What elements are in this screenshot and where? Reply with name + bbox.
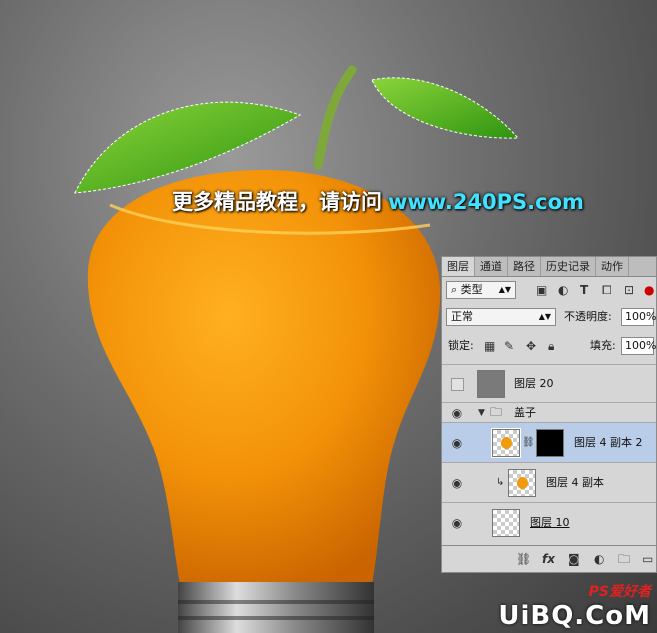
add-mask-icon[interactable]: ◙ xyxy=(568,552,580,566)
link-icon[interactable]: ⛓︎ xyxy=(522,436,535,450)
lock-position-icon[interactable]: ✥ xyxy=(526,339,536,353)
filter-value: 类型 xyxy=(460,283,483,296)
layer-row[interactable]: 图层 20 xyxy=(442,364,656,402)
eye-icon[interactable]: ◉ xyxy=(450,516,464,530)
layer-name: 图层 4 副本 xyxy=(546,476,604,489)
tab-actions[interactable]: 动作 xyxy=(596,257,629,276)
layer-group-row[interactable]: ◉ ▼ 🗀︎ 盖子 xyxy=(442,402,656,422)
filter-toggle-icon[interactable]: ● xyxy=(644,283,654,297)
layer-row[interactable]: ◉ ↳ 图层 4 副本 xyxy=(442,462,656,502)
layer-thumbnail xyxy=(492,509,520,537)
layer-row-selected[interactable]: ◉ ⛓︎ 图层 4 副本 2 xyxy=(442,422,656,462)
watermark-top: PS爱好者 xyxy=(588,584,651,600)
orange-thumb xyxy=(517,477,528,489)
watermark-main: UiBQ.CoM xyxy=(498,601,651,631)
fill-label: 填充: xyxy=(590,339,616,352)
layer-thumbnail xyxy=(508,469,536,497)
adjustment-layer-icon[interactable]: ◐ xyxy=(594,552,604,566)
banner-text: 更多精品教程，请访问 www.240PS.com xyxy=(172,186,584,216)
eye-icon[interactable]: ◉ xyxy=(450,476,464,490)
lock-label: 锁定: xyxy=(448,339,474,352)
layer-name: 图层 4 副本 2 xyxy=(574,436,643,449)
tab-layers[interactable]: 图层 xyxy=(442,257,475,276)
new-group-icon[interactable]: 🗀︎ xyxy=(618,552,630,566)
folder-icon: 🗀︎ xyxy=(490,405,503,419)
layer-name: 图层 20 xyxy=(514,377,554,390)
lock-transparent-icon[interactable]: ▦ xyxy=(484,339,495,353)
opacity-input[interactable]: 100% xyxy=(621,308,656,326)
bulb-base xyxy=(178,582,374,633)
opacity-label: 不透明度: xyxy=(564,310,612,323)
visibility-toggle[interactable] xyxy=(451,378,464,391)
layers-panel: 图层 通道 路径 历史记录 动作 ⌕ 类型 ▲▼ ▣ ◐ T ⧠ ⊡ ● 正常 … xyxy=(441,256,657,573)
adjustment-filter-icon[interactable]: ◐ xyxy=(558,283,568,297)
layer-thumbnail xyxy=(477,370,505,398)
layer-name: 图层 10 xyxy=(530,516,570,529)
tab-channels[interactable]: 通道 xyxy=(475,257,508,276)
type-filter-icon[interactable]: T xyxy=(580,283,588,297)
layer-thumbnail xyxy=(491,428,521,458)
blend-mode-value: 正常 xyxy=(451,310,473,323)
link-layers-icon[interactable]: ⛓︎ xyxy=(516,552,531,566)
watermark: PS爱好者 UiBQ.CoM xyxy=(498,581,651,631)
lock-pixels-icon[interactable]: ✎ xyxy=(504,339,514,353)
banner-url: www.240PS.com xyxy=(388,190,584,214)
lock-all-icon[interactable]: 🔒︎ xyxy=(548,339,554,353)
blend-mode-select[interactable]: 正常 ▲▼ xyxy=(446,308,556,326)
panel-bottom-toolbar: ⛓︎ fx ◙ ◐ 🗀︎ ▭ xyxy=(442,545,656,572)
chevron-updown-icon: ▲▼ xyxy=(538,312,551,321)
search-icon: ⌕ xyxy=(451,283,458,296)
layer-row[interactable]: ◉ 图层 10 xyxy=(442,502,656,542)
stem xyxy=(313,65,357,170)
pixel-filter-icon[interactable]: ▣ xyxy=(536,283,547,297)
layer-filter-select[interactable]: ⌕ 类型 ▲▼ xyxy=(446,281,516,299)
clipping-arrow-icon: ↳ xyxy=(496,477,505,488)
chevron-updown-icon: ▲▼ xyxy=(498,285,511,294)
new-layer-icon[interactable]: ▭ xyxy=(642,552,653,566)
smart-object-filter-icon[interactable]: ⊡ xyxy=(624,283,634,297)
right-leaf xyxy=(371,77,520,139)
shape-filter-icon[interactable]: ⧠ xyxy=(602,283,612,297)
fill-input[interactable]: 100% xyxy=(621,337,656,355)
fx-icon[interactable]: fx xyxy=(542,552,555,566)
mask-thumbnail[interactable] xyxy=(536,429,564,457)
eye-icon[interactable]: ◉ xyxy=(450,436,464,450)
eye-icon[interactable]: ◉ xyxy=(450,406,464,420)
panel-tabs: 图层 通道 路径 历史记录 动作 xyxy=(442,257,656,277)
banner-label: 更多精品教程，请访问 xyxy=(172,190,382,214)
group-name: 盖子 xyxy=(514,406,536,419)
orange-thumb xyxy=(501,437,512,449)
tab-paths[interactable]: 路径 xyxy=(508,257,541,276)
tab-history[interactable]: 历史记录 xyxy=(541,257,596,276)
expand-triangle-icon[interactable]: ▼ xyxy=(478,406,485,420)
